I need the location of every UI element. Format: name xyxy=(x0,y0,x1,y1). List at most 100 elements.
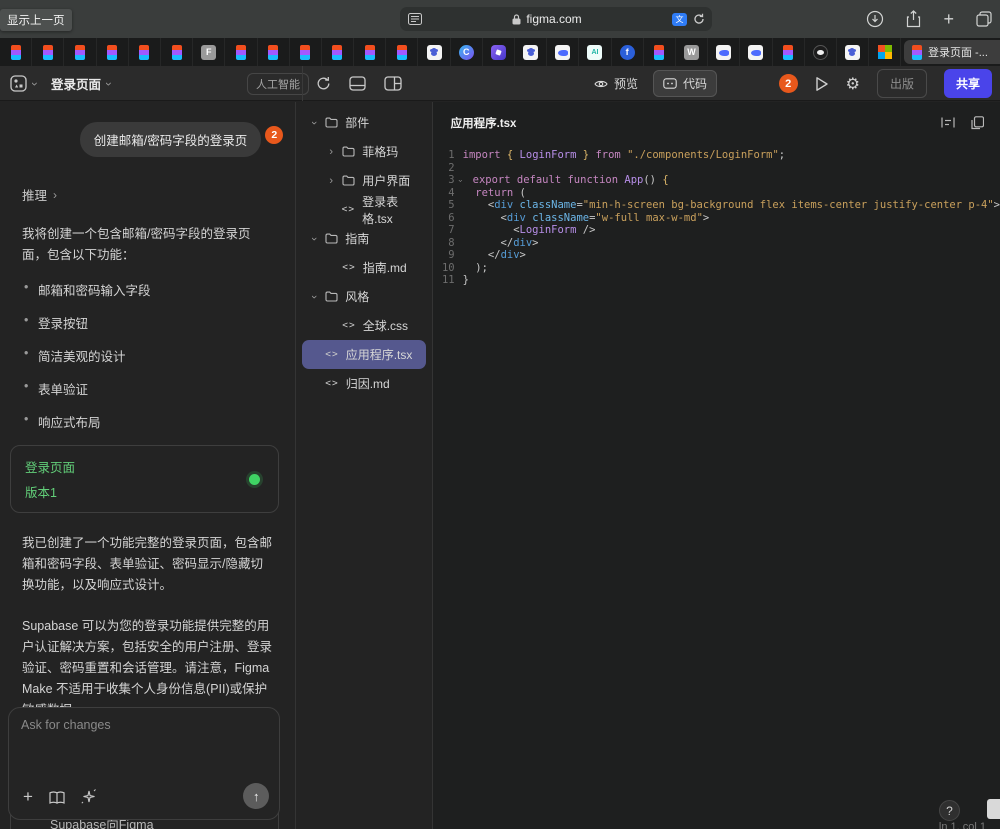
copy-icon[interactable] xyxy=(971,116,984,130)
bookmark-paw-favicon[interactable] xyxy=(837,38,869,66)
bookmark-figma-favicon[interactable] xyxy=(290,38,322,66)
bookmark-f-gray-favicon[interactable]: F xyxy=(193,38,225,66)
folder-icon xyxy=(342,175,355,186)
chevron-icon[interactable]: › xyxy=(308,233,320,245)
chevron-icon[interactable]: › xyxy=(325,146,337,158)
chat-input-box[interactable]: + ↑ xyxy=(8,707,280,820)
sparkle-cursor-icon[interactable] xyxy=(81,789,97,805)
bookmark-figma-favicon[interactable] xyxy=(225,38,257,66)
chat-input[interactable] xyxy=(21,718,267,778)
bookmark-c-circle-favicon[interactable]: C xyxy=(451,38,483,66)
chevron-icon[interactable]: › xyxy=(325,175,337,187)
reload-icon[interactable] xyxy=(693,13,705,25)
tree-item-指南[interactable]: ›指南 xyxy=(302,224,425,253)
format-code-icon[interactable] xyxy=(941,116,955,130)
bookmark-figma-favicon[interactable] xyxy=(161,38,193,66)
feature-item: 登录按钮 xyxy=(24,313,275,332)
tab-overview-icon[interactable] xyxy=(976,11,992,27)
tree-item-登录表格.tsx[interactable]: <>登录表格.tsx xyxy=(302,195,425,224)
notification-badge[interactable]: 2 xyxy=(779,74,798,93)
bookmark-figma-favicon[interactable] xyxy=(354,38,386,66)
code-area[interactable]: 1import { LoginForm } from "./components… xyxy=(433,149,1000,287)
bookmark-paw-favicon[interactable] xyxy=(418,38,450,66)
share-icon[interactable] xyxy=(906,10,921,28)
bookmark-figma-favicon[interactable] xyxy=(322,38,354,66)
play-icon[interactable] xyxy=(815,76,829,92)
downloads-icon[interactable] xyxy=(866,10,884,28)
bookmark-whale-favicon[interactable] xyxy=(708,38,740,66)
new-tab-icon[interactable]: + xyxy=(943,9,954,30)
version-card-title: 登录页面 xyxy=(25,457,249,476)
bookmark-figma-favicon[interactable] xyxy=(64,38,96,66)
line-number: 4 xyxy=(433,187,455,200)
chevron-icon[interactable]: › xyxy=(308,291,320,303)
feature-item: 响应式布局 xyxy=(24,412,275,431)
share-button[interactable]: 共享 xyxy=(944,69,992,98)
translate-icon[interactable]: 文 xyxy=(672,13,687,26)
tree-item-指南.md[interactable]: <>指南.md xyxy=(302,253,425,282)
bookmark-figma-favicon[interactable] xyxy=(644,38,676,66)
line-number: 8 xyxy=(433,237,455,250)
guidelines-book-icon[interactable] xyxy=(49,791,65,804)
figma-favicon xyxy=(43,45,53,60)
reader-view-icon[interactable] xyxy=(408,13,422,25)
tab-preview[interactable]: 预览 xyxy=(585,71,647,96)
paw-favicon xyxy=(427,45,442,60)
tree-item-归因.md[interactable]: <>归因.md xyxy=(302,369,425,398)
bookmark-purple-app-favicon[interactable] xyxy=(483,38,515,66)
chevron-down-icon[interactable]: › xyxy=(28,82,42,86)
reasoning-toggle[interactable]: 推理› xyxy=(22,185,295,204)
bookmark-ms-favicon[interactable] xyxy=(869,38,901,66)
code-text: <div className="w-full max-w-md"> xyxy=(463,212,710,225)
bookmark-figma-favicon[interactable] xyxy=(97,38,129,66)
bookmark-panda-favicon[interactable] xyxy=(805,38,837,66)
figma-favicon xyxy=(139,45,149,60)
folder-icon xyxy=(325,233,338,244)
code-line: 4 return ( xyxy=(433,187,1000,200)
help-button[interactable]: ? xyxy=(939,800,960,821)
version-card[interactable]: 登录页面 版本1 xyxy=(10,445,279,513)
publish-button[interactable]: 出版 xyxy=(877,69,927,98)
settings-gear-icon[interactable]: ⚙ xyxy=(846,74,860,94)
tree-item-全球.css[interactable]: <>全球.css xyxy=(302,311,425,340)
bookmark-figma-favicon[interactable] xyxy=(773,38,805,66)
figma-assets-icon[interactable] xyxy=(10,75,27,92)
bookmark-figma-favicon[interactable] xyxy=(258,38,290,66)
ai-teal-favicon: AI xyxy=(587,45,602,60)
chevron-icon[interactable]: › xyxy=(308,117,320,129)
bookmark-figma-favicon[interactable] xyxy=(0,38,32,66)
tree-item-菲格玛[interactable]: ›菲格玛 xyxy=(302,137,425,166)
bookmark-figma-favicon[interactable] xyxy=(129,38,161,66)
bottom-panel-icon[interactable] xyxy=(349,76,366,91)
attach-plus-icon[interactable]: + xyxy=(23,787,33,807)
bookmark-f-blue-favicon[interactable]: f xyxy=(612,38,644,66)
bookmark-ai-teal-favicon[interactable]: AI xyxy=(579,38,611,66)
tree-item-风格[interactable]: ›风格 xyxy=(302,282,425,311)
bookmark-paw-favicon[interactable] xyxy=(515,38,547,66)
chevron-down-icon[interactable]: › xyxy=(102,82,116,86)
url-text[interactable]: figma.com xyxy=(526,12,581,26)
layout-panels-icon[interactable] xyxy=(384,76,402,91)
bookmark-whale-favicon[interactable] xyxy=(740,38,772,66)
refresh-icon[interactable] xyxy=(316,76,331,91)
tree-item-部件[interactable]: ›部件 xyxy=(302,108,425,137)
line-number: 1 xyxy=(433,149,455,162)
tab-code[interactable]: 代码 xyxy=(653,70,717,97)
fold-chevron-icon[interactable]: › xyxy=(454,176,466,186)
bookmark-whale-favicon[interactable] xyxy=(547,38,579,66)
app-toolbar: › 登录页面 › 人工智能 预览 代码 xyxy=(0,66,1000,101)
project-title[interactable]: 登录页面 xyxy=(51,74,101,93)
code-line: 8 </div> xyxy=(433,237,1000,250)
bookmark-w-gray-favicon[interactable]: W xyxy=(676,38,708,66)
panda-favicon xyxy=(813,45,828,60)
tree-item-应用程序.tsx[interactable]: <>应用程序.tsx xyxy=(302,340,425,369)
tree-item-用户界面[interactable]: ›用户界面 xyxy=(302,166,425,195)
line-number: 6 xyxy=(433,212,455,225)
active-browser-tab[interactable]: 登录页面 -... xyxy=(904,40,1000,64)
code-line: 3›export default function App() { xyxy=(433,174,1000,187)
address-bar[interactable]: figma.com 文 xyxy=(400,7,712,31)
send-button[interactable]: ↑ xyxy=(243,783,269,809)
bookmark-figma-favicon[interactable] xyxy=(386,38,418,66)
figma-favicon xyxy=(332,45,342,60)
bookmark-figma-favicon[interactable] xyxy=(32,38,64,66)
